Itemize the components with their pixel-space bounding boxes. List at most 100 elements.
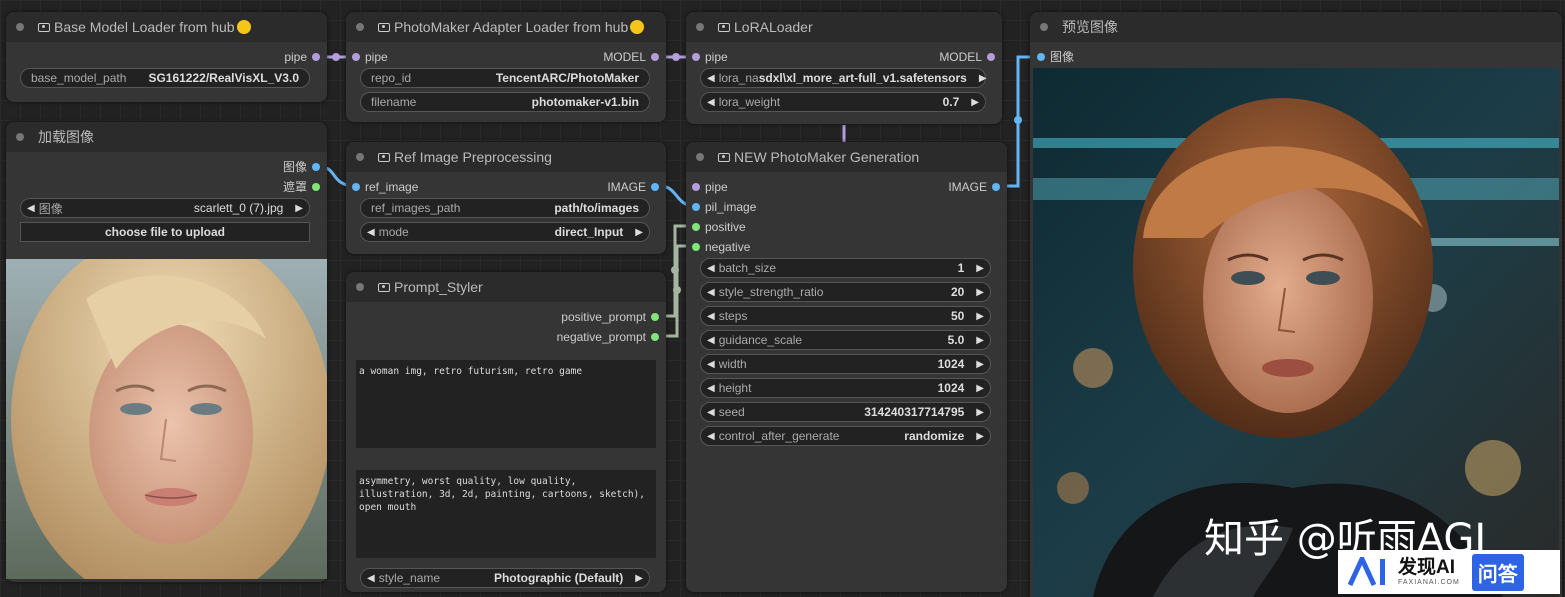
filename-field[interactable]: filename photomaker-v1.bin bbox=[360, 92, 650, 112]
node-title-bar[interactable]: Ref Image Preprocessing bbox=[346, 142, 666, 172]
collapse-dot-icon[interactable] bbox=[696, 23, 704, 31]
seed-stepper[interactable]: ◀ seed 314240317714795 ▶ bbox=[700, 402, 991, 422]
output-model-port[interactable] bbox=[651, 53, 659, 61]
arrow-left-icon[interactable]: ◀ bbox=[707, 359, 715, 370]
node-prompt-styler[interactable]: Prompt_Styler positive_prompt negative_p… bbox=[346, 272, 666, 592]
output-image-port[interactable] bbox=[651, 183, 659, 191]
node-title-bar[interactable]: LoRALoader bbox=[686, 12, 1002, 42]
input-ref-image[interactable]: ref_image bbox=[352, 180, 418, 194]
node-ref-image-preprocessing[interactable]: Ref Image Preprocessing ref_image IMAGE … bbox=[346, 142, 666, 254]
output-image-port[interactable] bbox=[312, 163, 320, 171]
mode-select[interactable]: ◀ mode direct_Input ▶ bbox=[360, 222, 650, 242]
node-title-bar[interactable]: 预览图像 bbox=[1030, 12, 1562, 42]
node-base-model-loader[interactable]: Base Model Loader from hub pipe base_mod… bbox=[6, 12, 327, 102]
output-model-port[interactable] bbox=[987, 53, 995, 61]
arrow-right-icon[interactable]: ▶ bbox=[635, 573, 643, 584]
node-photomaker-adapter-loader[interactable]: PhotoMaker Adapter Loader from hub pipe … bbox=[346, 12, 666, 122]
base-model-path-field[interactable]: base_model_path SG161222/RealVisXL_V3.0 bbox=[20, 68, 310, 88]
output-image-port[interactable] bbox=[992, 183, 1000, 191]
output-pipe-port[interactable] bbox=[312, 53, 320, 61]
input-image[interactable]: 图像 bbox=[1037, 50, 1074, 64]
collapse-dot-icon[interactable] bbox=[16, 133, 24, 141]
arrow-left-icon[interactable]: ◀ bbox=[27, 203, 35, 214]
arrow-right-icon[interactable]: ▶ bbox=[976, 287, 984, 298]
choose-file-button[interactable]: choose file to upload bbox=[20, 222, 310, 242]
image-select[interactable]: ◀ 图像 scarlett_0 (7).jpg ▶ bbox=[20, 198, 310, 218]
input-positive-port[interactable] bbox=[692, 223, 700, 231]
node-lora-loader[interactable]: LoRALoader pipe MODEL ◀ lora_na sdxl\xl_… bbox=[686, 12, 1002, 124]
collapse-dot-icon[interactable] bbox=[16, 23, 24, 31]
input-negative[interactable]: negative bbox=[692, 240, 750, 254]
style-name-select[interactable]: ◀ style_name Photographic (Default) ▶ bbox=[360, 568, 650, 588]
input-negative-port[interactable] bbox=[692, 243, 700, 251]
arrow-right-icon[interactable]: ▶ bbox=[976, 407, 984, 418]
lora-name-select[interactable]: ◀ lora_na sdxl\xl_more_art-full_v1.safet… bbox=[700, 68, 987, 88]
output-image[interactable]: IMAGE bbox=[948, 180, 1000, 194]
node-load-image[interactable]: 加载图像 图像 遮罩 ◀ 图像 scarlett_0 (7).jpg ▶ cho… bbox=[6, 122, 327, 582]
output-model[interactable]: MODEL bbox=[603, 50, 659, 64]
arrow-right-icon[interactable]: ▶ bbox=[976, 431, 984, 442]
control-after-generate-select[interactable]: ◀ control_after_generate randomize ▶ bbox=[700, 426, 991, 446]
lora-weight-stepper[interactable]: ◀ lora_weight 0.7 ▶ bbox=[700, 92, 986, 112]
node-title-bar[interactable]: Base Model Loader from hub bbox=[6, 12, 327, 42]
negative-prompt-textarea[interactable]: asymmetry, worst quality, low quality, i… bbox=[356, 470, 656, 558]
arrow-right-icon[interactable]: ▶ bbox=[976, 263, 984, 274]
arrow-left-icon[interactable]: ◀ bbox=[707, 431, 715, 442]
input-pipe[interactable]: pipe bbox=[352, 50, 388, 64]
input-pil-image[interactable]: pil_image bbox=[692, 200, 756, 214]
arrow-left-icon[interactable]: ◀ bbox=[367, 227, 375, 238]
arrow-left-icon[interactable]: ◀ bbox=[707, 335, 715, 346]
arrow-right-icon[interactable]: ▶ bbox=[976, 383, 984, 394]
ref-images-path-field[interactable]: ref_images_path path/to/images bbox=[360, 198, 650, 218]
collapse-dot-icon[interactable] bbox=[356, 283, 364, 291]
output-pipe[interactable]: pipe bbox=[284, 50, 320, 64]
style-strength-ratio-stepper[interactable]: ◀ style_strength_ratio 20 ▶ bbox=[700, 282, 991, 302]
arrow-left-icon[interactable]: ◀ bbox=[367, 573, 375, 584]
node-title-bar[interactable]: 加载图像 bbox=[6, 122, 327, 152]
input-pipe-port[interactable] bbox=[352, 53, 360, 61]
arrow-left-icon[interactable]: ◀ bbox=[707, 407, 715, 418]
positive-prompt-textarea[interactable]: a woman img, retro futurism, retro game bbox=[356, 360, 656, 448]
width-stepper[interactable]: ◀ width 1024 ▶ bbox=[700, 354, 991, 374]
output-negative-prompt[interactable]: negative_prompt bbox=[557, 330, 659, 344]
batch-size-stepper[interactable]: ◀ batch_size 1 ▶ bbox=[700, 258, 991, 278]
output-image[interactable]: 图像 bbox=[283, 160, 320, 174]
node-title-bar[interactable]: NEW PhotoMaker Generation bbox=[686, 142, 1007, 172]
output-mask[interactable]: 遮罩 bbox=[283, 180, 320, 194]
output-image[interactable]: IMAGE bbox=[607, 180, 659, 194]
collapse-dot-icon[interactable] bbox=[1040, 23, 1048, 31]
steps-stepper[interactable]: ◀ steps 50 ▶ bbox=[700, 306, 991, 326]
output-negative-port[interactable] bbox=[651, 333, 659, 341]
arrow-right-icon[interactable]: ▶ bbox=[295, 203, 303, 214]
input-pipe-port[interactable] bbox=[692, 53, 700, 61]
input-positive[interactable]: positive bbox=[692, 220, 746, 234]
collapse-dot-icon[interactable] bbox=[356, 23, 364, 31]
arrow-right-icon[interactable]: ▶ bbox=[976, 359, 984, 370]
arrow-left-icon[interactable]: ◀ bbox=[707, 383, 715, 394]
arrow-right-icon[interactable]: ▶ bbox=[976, 311, 984, 322]
input-pil-image-port[interactable] bbox=[692, 203, 700, 211]
input-image-port[interactable] bbox=[1037, 53, 1045, 61]
collapse-dot-icon[interactable] bbox=[696, 153, 704, 161]
repo-id-field[interactable]: repo_id TencentARC/PhotoMaker bbox=[360, 68, 650, 88]
output-model[interactable]: MODEL bbox=[939, 50, 995, 64]
node-title-bar[interactable]: Prompt_Styler bbox=[346, 272, 666, 302]
output-mask-port[interactable] bbox=[312, 183, 320, 191]
input-pipe[interactable]: pipe bbox=[692, 180, 728, 194]
arrow-left-icon[interactable]: ◀ bbox=[707, 311, 715, 322]
output-positive-port[interactable] bbox=[651, 313, 659, 321]
arrow-right-icon[interactable]: ▶ bbox=[971, 97, 979, 108]
arrow-left-icon[interactable]: ◀ bbox=[707, 287, 715, 298]
input-pipe-port[interactable] bbox=[692, 183, 700, 191]
arrow-right-icon[interactable]: ▶ bbox=[976, 335, 984, 346]
input-pipe[interactable]: pipe bbox=[692, 50, 728, 64]
arrow-left-icon[interactable]: ◀ bbox=[707, 97, 715, 108]
arrow-right-icon[interactable]: ▶ bbox=[635, 227, 643, 238]
arrow-right-icon[interactable]: ▶ bbox=[979, 73, 987, 84]
node-title-bar[interactable]: PhotoMaker Adapter Loader from hub bbox=[346, 12, 666, 42]
input-ref-image-port[interactable] bbox=[352, 183, 360, 191]
guidance-scale-stepper[interactable]: ◀ guidance_scale 5.0 ▶ bbox=[700, 330, 991, 350]
height-stepper[interactable]: ◀ height 1024 ▶ bbox=[700, 378, 991, 398]
output-positive-prompt[interactable]: positive_prompt bbox=[561, 310, 659, 324]
collapse-dot-icon[interactable] bbox=[356, 153, 364, 161]
